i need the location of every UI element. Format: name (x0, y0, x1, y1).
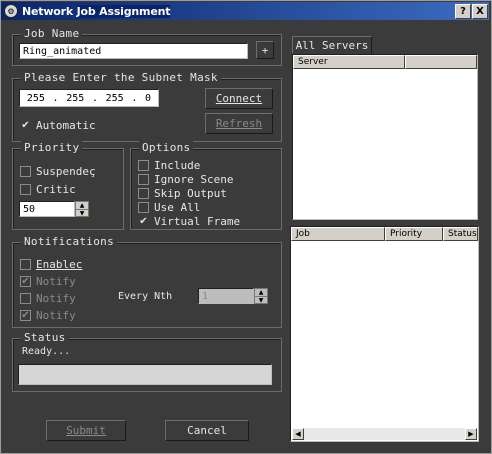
jobs-horizontal-scrollbar[interactable]: ◀ ▶ (292, 428, 477, 440)
priority-value-input[interactable]: 50 (19, 201, 75, 217)
option-virtual-frame-checkbox[interactable]: ✔ Virtual Frame (138, 215, 240, 228)
option-skip-output-label: Skip Output (154, 187, 227, 200)
column-header-blank[interactable] (405, 55, 477, 69)
progress-bar (18, 364, 272, 385)
option-virtual-frame-label: Virtual Frame (154, 215, 241, 228)
scroll-left-icon[interactable]: ◀ (292, 428, 304, 440)
window-title: Network Job Assignment (22, 4, 171, 18)
close-icon: X (476, 5, 484, 17)
submit-button[interactable]: Submit (46, 420, 126, 441)
jobs-list[interactable]: Job Priority Status ◀ ▶ (290, 226, 479, 442)
window-title-network: Network (22, 4, 77, 18)
checkbox-box (138, 188, 149, 199)
checkmark-icon: ✔ (138, 215, 149, 227)
priority-legend: Priority (21, 141, 83, 154)
add-job-name-button[interactable]: + (256, 41, 274, 59)
job-name-input[interactable]: Ring_animated (19, 43, 248, 59)
column-header-status[interactable]: Status (443, 227, 478, 241)
scroll-right-icon[interactable]: ▶ (465, 428, 477, 440)
help-icon: ? (460, 5, 466, 17)
option-include-label: Include (154, 159, 201, 172)
notifications-enabled-checkbox[interactable]: Enablec (20, 258, 82, 271)
plus-icon: + (261, 43, 269, 57)
checkbox-box (138, 202, 149, 213)
subnet-mask-legend: Please Enter the Subnet Mask (21, 71, 221, 84)
connect-button-label: Connect (215, 92, 263, 105)
scroll-track[interactable] (304, 428, 465, 440)
servers-list[interactable]: Server (292, 54, 478, 220)
jobs-list-header: Job Priority Status (291, 227, 478, 241)
notifications-enabled-label: Enablec (36, 258, 83, 271)
option-use-all-checkbox[interactable]: Use All (138, 201, 200, 214)
subnet-mask-input[interactable]: 255 . 255 . 255 . 0 (19, 89, 159, 107)
automatic-checkbox[interactable]: ✔ Automatic (20, 119, 96, 132)
suspended-label: Suspendeç (36, 165, 96, 178)
checkbox-box (20, 259, 31, 270)
notify-label-1: Notify (36, 275, 76, 288)
column-header-job[interactable]: Job (291, 227, 385, 241)
column-header-server[interactable]: Server (293, 55, 405, 69)
spin-down-icon[interactable]: ▼ (255, 297, 267, 304)
tab-all-servers-label: All Servers (295, 38, 369, 52)
spin-up-icon[interactable]: ▲ (255, 289, 267, 297)
subnet-octet-1[interactable]: 255 (27, 93, 45, 104)
option-use-all-label: Use All (154, 201, 201, 214)
spin-down-icon[interactable]: ▼ (76, 210, 88, 217)
refresh-button-label: Refresh (215, 117, 263, 130)
option-ignore-scene-checkbox[interactable]: Ignore Scene (138, 173, 233, 186)
submit-button-label: Submit (66, 424, 106, 437)
every-nth-input[interactable]: 1 (198, 288, 254, 304)
checkbox-box (20, 184, 31, 195)
job-name-legend: Job Name (21, 27, 83, 40)
notify-checkbox-1[interactable]: ✔ Notify (20, 275, 76, 288)
subnet-dot: . (52, 92, 59, 104)
subnet-octet-3[interactable]: 255 (106, 93, 124, 104)
window-title-job-assignment: Job Assignment (76, 4, 171, 18)
notify-label-2: Notify (36, 292, 76, 305)
subnet-octet-2[interactable]: 255 (66, 93, 84, 104)
connect-button[interactable]: Connect (205, 88, 273, 109)
spin-up-icon[interactable]: ▲ (76, 202, 88, 210)
option-include-checkbox[interactable]: Include (138, 159, 200, 172)
checkmark-icon: ✔ (20, 309, 31, 321)
notifications-legend: Notifications (21, 235, 117, 248)
subnet-octet-4[interactable]: 0 (145, 93, 151, 104)
priority-spinner[interactable]: ▲ ▼ (75, 201, 89, 217)
subnet-dot: . (91, 92, 98, 104)
cancel-button[interactable]: Cancel (165, 420, 249, 441)
every-nth-spinner[interactable]: ▲ ▼ (254, 288, 268, 304)
title-bar[interactable]: ⚙ Network Job Assignment ? X (1, 2, 489, 20)
cancel-button-label: Cancel (187, 424, 227, 437)
suspended-checkbox[interactable]: Suspendeç (20, 165, 96, 178)
checkbox-box (20, 293, 31, 304)
critical-checkbox[interactable]: Critic (20, 183, 76, 196)
help-button[interactable]: ? (455, 4, 471, 19)
critical-label: Critic (36, 183, 76, 196)
checkmark-icon: ✔ (20, 119, 31, 131)
status-text: Ready... (22, 346, 71, 357)
notify-label-3: Notify (36, 309, 76, 322)
tab-all-servers[interactable]: All Servers (292, 36, 372, 54)
checkbox-box (138, 160, 149, 171)
checkmark-icon: ✔ (20, 275, 31, 287)
options-legend: Options (139, 141, 194, 154)
checkbox-box (20, 166, 31, 177)
notify-checkbox-2[interactable]: Notify (20, 292, 76, 305)
automatic-label: Automatic (36, 119, 96, 132)
close-button[interactable]: X (472, 4, 488, 19)
every-nth-label: Every Nth (118, 291, 173, 302)
option-skip-output-checkbox[interactable]: Skip Output (138, 187, 227, 200)
servers-list-header: Server (293, 55, 477, 69)
subnet-dot: . (131, 92, 138, 104)
notify-checkbox-3[interactable]: ✔ Notify (20, 309, 76, 322)
refresh-button[interactable]: Refresh (205, 113, 273, 134)
checkbox-box (138, 174, 149, 185)
column-header-priority[interactable]: Priority (385, 227, 443, 241)
option-ignore-scene-label: Ignore Scene (154, 173, 234, 186)
gear-icon: ⚙ (4, 4, 18, 18)
status-legend: Status (21, 331, 69, 344)
